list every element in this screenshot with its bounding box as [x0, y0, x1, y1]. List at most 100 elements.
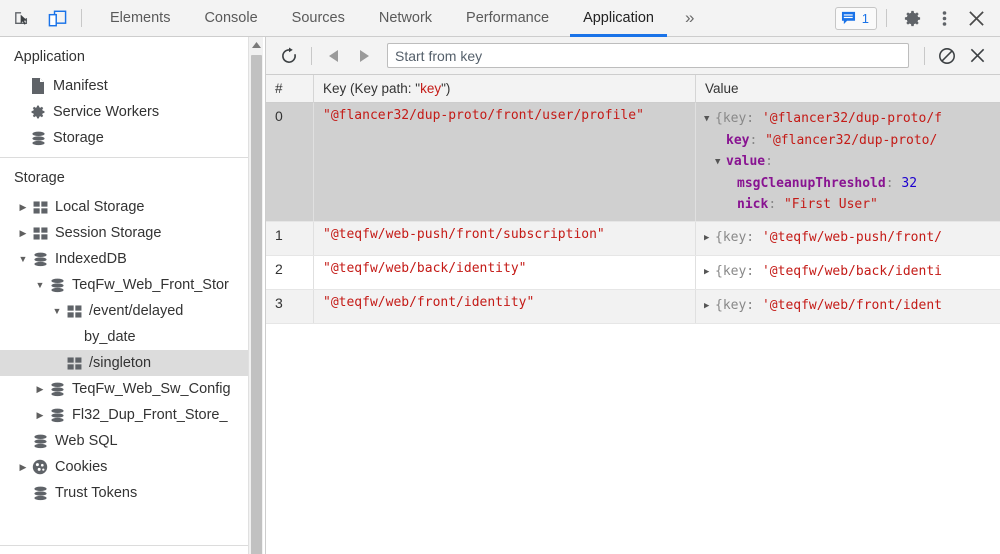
tab-network[interactable]: Network [362, 0, 449, 37]
close-glyph [968, 10, 984, 26]
chevron-down-icon[interactable]: ▼ [704, 109, 715, 130]
sidebar-item-fl32-dup-front-store[interactable]: ▶ Fl32_Dup_Front_Store_ [0, 402, 248, 428]
column-header-index[interactable]: # [266, 74, 314, 103]
more-options-icon[interactable] [928, 3, 960, 33]
sidebar-item-singleton[interactable]: /singleton [0, 350, 248, 376]
database-glyph [50, 278, 64, 292]
chevron-right-icon[interactable]: ▶ [704, 262, 715, 283]
device-toolbar-icon[interactable] [42, 4, 72, 32]
database-icon [30, 486, 50, 501]
table-row[interactable]: 3 "@teqfw/web/front/identity" ▶ {key: '@t… [266, 290, 1000, 324]
value-property-line[interactable]: ▼ value: [704, 151, 1000, 173]
start-from-key-input[interactable] [387, 43, 909, 68]
more-tabs-icon[interactable]: » [671, 0, 708, 37]
chevron-right-icon[interactable]: ▶ [33, 384, 47, 395]
sidebar-item-manifest[interactable]: Manifest [0, 73, 248, 99]
chevron-down-icon[interactable]: ▼ [16, 254, 30, 264]
object-preview-value: '@teqfw/web/front/ident [761, 298, 942, 313]
sidebar-item-label: Storage [53, 130, 104, 146]
toolbar-divider-2 [886, 9, 887, 27]
sidebar-item-label: Fl32_Dup_Front_Store_ [72, 407, 228, 423]
row-key: "@teqfw/web-push/front/subscription" [314, 222, 696, 255]
sidebar-item-event-delayed[interactable]: ▼ /event/delayed [0, 298, 248, 324]
chevron-down-icon[interactable]: ▼ [33, 280, 47, 290]
sidebar-item-label: /event/delayed [89, 303, 184, 319]
sidebar-item-label: Session Storage [55, 225, 162, 241]
value-preview-line[interactable]: ▶ {key: '@teqfw/web-push/front/ [704, 227, 1000, 249]
column-header-key[interactable]: Key (Key path: " key ") [314, 74, 696, 103]
table-row[interactable]: 0 "@flancer32/dup-proto/front/user/profi… [266, 103, 1000, 222]
sidebar-item-label: by_date [84, 329, 136, 345]
tab-elements[interactable]: Elements [93, 0, 187, 37]
sidebar-item-by-date[interactable]: by_date [0, 324, 248, 350]
sidebar-item-teqfw-web-front-store[interactable]: ▼ TeqFw_Web_Front_Stor [0, 272, 248, 298]
tab-application[interactable]: Application [566, 0, 671, 37]
devtools-toolbar: Elements Console Sources Network Perform… [0, 0, 1000, 37]
sidebar-item-session-storage[interactable]: ▶ Session Storage [0, 220, 248, 246]
gear-glyph [31, 105, 45, 119]
row-value[interactable]: ▶ {key: '@teqfw/web/front/ident [696, 290, 1000, 323]
chevron-right-icon[interactable]: ▶ [704, 296, 715, 317]
chevron-right-icon[interactable]: ▶ [16, 462, 30, 473]
value-preview-line[interactable]: ▼ {key: '@flancer32/dup-proto/f [704, 108, 1000, 130]
value-preview-line[interactable]: ▶ {key: '@teqfw/web/front/ident [704, 295, 1000, 317]
scroll-up-icon[interactable] [249, 37, 263, 53]
toolbar-divider [81, 9, 82, 27]
sidebar-item-teqfw-web-sw-config[interactable]: ▶ TeqFw_Web_Sw_Config [0, 376, 248, 402]
key-header-suffix: ") [441, 81, 451, 96]
table-row[interactable]: 2 "@teqfw/web/back/identity" ▶ {key: '@te… [266, 256, 1000, 290]
inspect-element-icon[interactable] [6, 4, 36, 32]
gear-icon[interactable] [896, 3, 928, 33]
speech-bubble-icon [841, 11, 855, 25]
sidebar-bottom-divider [0, 545, 248, 546]
row-value[interactable]: ▶ {key: '@teqfw/web/back/identi [696, 256, 1000, 289]
no-entry-glyph [939, 47, 955, 64]
cookie-glyph [32, 459, 48, 475]
close-glyph [970, 48, 984, 63]
table-glyph [67, 356, 81, 370]
message-count-badge[interactable]: 1 [834, 6, 877, 30]
value-preview-line[interactable]: ▶ {key: '@teqfw/web/back/identi [704, 261, 1000, 283]
sidebar-item-label: Service Workers [53, 104, 160, 120]
sidebar-item-indexeddb[interactable]: ▼ IndexedDB [0, 246, 248, 272]
database-icon [47, 278, 67, 293]
delete-selected-icon[interactable] [962, 42, 992, 70]
tab-console[interactable]: Console [187, 0, 274, 37]
tab-performance[interactable]: Performance [449, 0, 566, 37]
sidebar-item-label: /singleton [89, 355, 152, 371]
chevron-down-icon[interactable]: ▼ [50, 306, 64, 316]
chevron-right-icon[interactable]: ▶ [16, 202, 30, 213]
table-row[interactable]: 1 "@teqfw/web-push/front/subscription" ▶… [266, 222, 1000, 256]
sidebar-item-label: Cookies [55, 459, 108, 475]
toolbar-divider [311, 46, 312, 65]
sidebar-item-web-sql[interactable]: Web SQL [0, 428, 248, 454]
sidebar-item-cookies[interactable]: ▶ Cookies [0, 454, 248, 480]
sidebar-item-trust-tokens[interactable]: Trust Tokens [0, 480, 248, 506]
close-icon[interactable] [960, 3, 992, 33]
refresh-icon[interactable] [274, 42, 304, 70]
table-icon [30, 226, 50, 240]
column-header-value[interactable]: Value [696, 75, 1000, 103]
sidebar-item-local-storage[interactable]: ▶ Local Storage [0, 194, 248, 220]
row-value[interactable]: ▶ {key: '@teqfw/web-push/front/ [696, 222, 1000, 255]
sidebar-item-label: IndexedDB [55, 251, 127, 267]
property-name: value [726, 154, 766, 169]
database-glyph [50, 408, 64, 422]
chevron-right-icon[interactable]: ▶ [16, 228, 30, 239]
chevron-down-icon[interactable]: ▼ [715, 152, 726, 173]
sidebar-item-storage[interactable]: Storage [0, 125, 248, 151]
database-glyph [33, 252, 47, 266]
sidebar-item-label: Manifest [53, 78, 108, 94]
clear-objectstore-icon[interactable] [932, 42, 962, 70]
next-page-icon[interactable] [349, 42, 379, 70]
tab-sources[interactable]: Sources [275, 0, 362, 37]
sidebar-scrollbar[interactable] [248, 37, 263, 554]
sidebar-item-service-workers[interactable]: Service Workers [0, 99, 248, 125]
chevron-right-icon[interactable]: ▶ [704, 228, 715, 249]
row-key: "@teqfw/web/back/identity" [314, 256, 696, 289]
chevron-right-icon[interactable]: ▶ [33, 410, 47, 421]
property-colon: : [749, 133, 766, 148]
row-value[interactable]: ▼ {key: '@flancer32/dup-proto/f key: "@fl… [696, 103, 1000, 221]
scrollbar-thumb[interactable] [251, 55, 262, 554]
previous-page-icon[interactable] [319, 42, 349, 70]
